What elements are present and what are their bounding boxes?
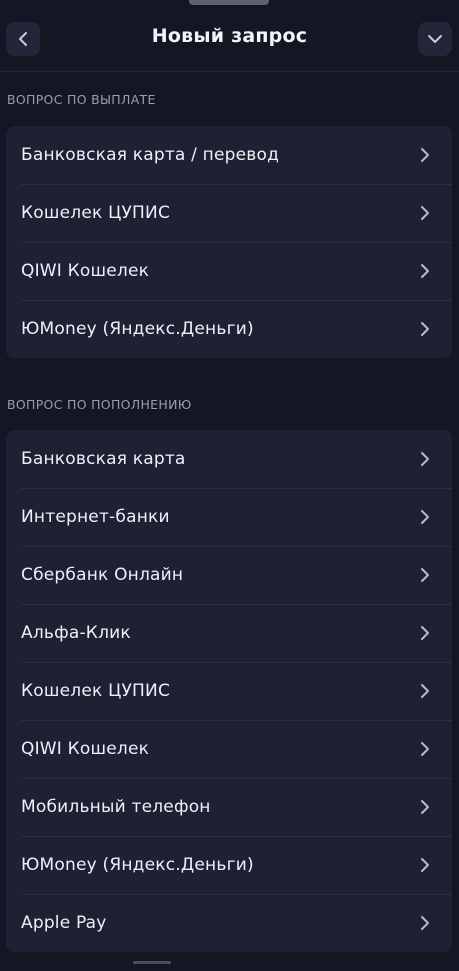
list-item-label: QIWI Кошелек xyxy=(21,261,150,281)
list-item[interactable]: Apple Pay xyxy=(6,894,452,952)
list-item-label: Банковская карта xyxy=(21,449,186,469)
list-item-label: ЮMoney (Яндекс.Деньги) xyxy=(21,319,254,339)
list-item[interactable]: Альфа-Клик xyxy=(6,604,452,662)
list-item[interactable]: ЮMoney (Яндекс.Деньги) xyxy=(6,836,452,894)
chevron-right-icon xyxy=(421,510,429,524)
list-item[interactable]: QIWI Кошелек xyxy=(6,720,452,778)
list-item[interactable]: Мобильный телефон xyxy=(6,778,452,836)
list-item[interactable]: Кошелек ЦУПИС xyxy=(6,184,452,242)
chevron-right-icon xyxy=(421,148,429,162)
list-item-label: Банковская карта / перевод xyxy=(21,145,280,165)
list-item-label: Apple Pay xyxy=(21,913,107,933)
header: Новый запрос xyxy=(0,0,459,72)
list-item-label: Альфа-Клик xyxy=(21,623,131,643)
list-item[interactable]: ЮMoney (Яндекс.Деньги) xyxy=(6,300,452,358)
page-title: Новый запрос xyxy=(151,25,308,47)
list-item-label: Сбербанк Онлайн xyxy=(21,565,184,585)
screen: Новый запрос ВОПРОС ПО ВЫПЛАТЕ Банковска… xyxy=(0,0,459,971)
scroll-indicator xyxy=(133,961,171,964)
chevron-right-icon xyxy=(421,264,429,278)
chevron-right-icon xyxy=(421,858,429,872)
list-item[interactable]: Банковская карта xyxy=(6,430,452,488)
section-label-payout: ВОПРОС ПО ВЫПЛАТЕ xyxy=(7,92,156,107)
collapse-button[interactable] xyxy=(418,22,452,56)
chevron-right-icon xyxy=(421,452,429,466)
payout-list: Банковская карта / перевод Кошелек ЦУПИС… xyxy=(6,126,452,358)
list-item-label: ЮMoney (Яндекс.Деньги) xyxy=(21,855,254,875)
list-item[interactable]: QIWI Кошелек xyxy=(6,242,452,300)
list-item[interactable]: Кошелек ЦУПИС xyxy=(6,662,452,720)
chevron-right-icon xyxy=(421,684,429,698)
chevron-right-icon xyxy=(421,206,429,220)
list-item[interactable]: Сбербанк Онлайн xyxy=(6,546,452,604)
chevron-right-icon xyxy=(421,916,429,930)
section-label-deposit: ВОПРОС ПО ПОПОЛНЕНИЮ xyxy=(7,397,192,412)
chevron-down-icon xyxy=(428,35,442,43)
chevron-right-icon xyxy=(421,568,429,582)
list-item-label: Кошелек ЦУПИС xyxy=(21,203,171,223)
list-item[interactable]: Банковская карта / перевод xyxy=(6,126,452,184)
chevron-right-icon xyxy=(421,322,429,336)
chevron-right-icon xyxy=(421,626,429,640)
list-item-label: Кошелек ЦУПИС xyxy=(21,681,171,701)
deposit-list: Банковская карта Интернет-банки Сбербанк… xyxy=(6,430,452,952)
list-item-label: Мобильный телефон xyxy=(21,797,211,817)
list-item-label: QIWI Кошелек xyxy=(21,739,150,759)
chevron-right-icon xyxy=(421,742,429,756)
list-item[interactable]: Интернет-банки xyxy=(6,488,452,546)
chevron-right-icon xyxy=(421,800,429,814)
list-item-label: Интернет-банки xyxy=(21,507,170,527)
